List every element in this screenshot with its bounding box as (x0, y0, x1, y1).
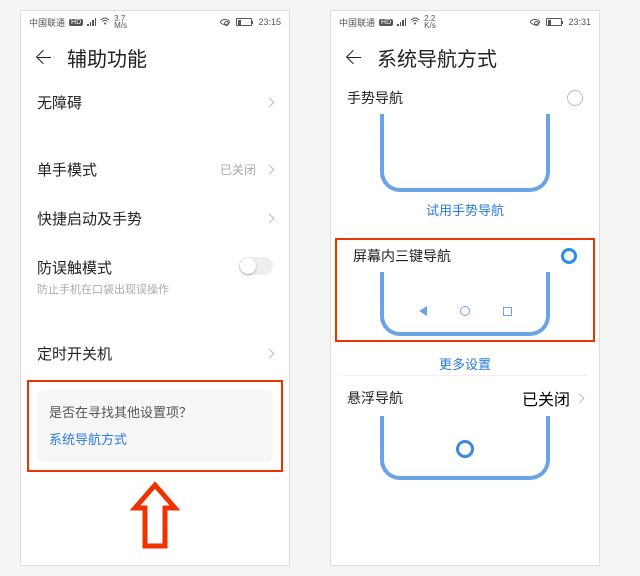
page-title: 系统导航方式 (377, 43, 497, 72)
hd-badge: HD (69, 19, 83, 26)
chevron-right-icon (265, 214, 275, 224)
back-icon[interactable] (345, 49, 363, 67)
option-gesture[interactable]: 手势导航 试用手势导航 (331, 78, 599, 233)
row-mistouch[interactable]: 防误触模式 防止手机在口袋出现误操作 (21, 243, 289, 311)
highlight-box: 是否在寻找其他设置项？ 系统导航方式 (27, 380, 283, 472)
option-float[interactable]: 悬浮导航 已关闭 (331, 376, 599, 492)
mistouch-toggle[interactable] (239, 257, 273, 275)
phone-left: 中国联通 HD 3.7M/s 23:15 辅助功能 无障碍 单手模式 已关闭 快… (20, 10, 290, 566)
chevron-right-icon (575, 393, 585, 403)
suggestion-link[interactable]: 系统导航方式 (49, 429, 261, 448)
page-header: 系统导航方式 (331, 33, 599, 78)
wifi-icon (410, 17, 420, 27)
radio-unselected-icon[interactable] (567, 90, 583, 106)
row-quick-launch[interactable]: 快捷启动及手势 (21, 194, 289, 243)
carrier-label: 中国联通 (339, 16, 375, 29)
battery-icon (546, 18, 562, 26)
suggestion-card[interactable]: 是否在寻找其他设置项？ 系统导航方式 (37, 390, 273, 462)
float-dot-icon (456, 440, 474, 458)
page-header: 辅助功能 (21, 33, 289, 78)
signal-icon (87, 18, 96, 26)
highlight-box: 屏幕内三键导航 (335, 238, 595, 342)
more-settings-link[interactable]: 更多设置 (331, 346, 599, 375)
hd-badge: HD (379, 19, 393, 26)
option-three-key[interactable]: 屏幕内三键导航 (337, 240, 593, 340)
chevron-right-icon (265, 349, 275, 359)
page-title: 辅助功能 (67, 43, 147, 72)
wifi-icon (100, 17, 110, 27)
status-bar: 中国联通 HD 3.7M/s 23:15 (21, 11, 289, 33)
float-preview (380, 416, 550, 480)
nav-back-icon (419, 306, 427, 316)
back-icon[interactable] (35, 49, 53, 67)
suggestion-question: 是否在寻找其他设置项？ (49, 402, 261, 421)
threekey-preview (380, 272, 550, 336)
carrier-label: 中国联通 (29, 16, 65, 29)
signal-icon (397, 18, 406, 26)
annotation-arrow-icon (21, 480, 289, 557)
try-gesture-link[interactable]: 试用手势导航 (331, 192, 599, 221)
chevron-right-icon (265, 165, 275, 175)
row-accessibility[interactable]: 无障碍 (21, 78, 289, 127)
clock: 23:15 (258, 17, 281, 27)
eye-comfort-icon (530, 19, 540, 25)
nav-recent-icon (503, 307, 512, 316)
row-one-hand[interactable]: 单手模式 已关闭 (21, 145, 289, 194)
eye-comfort-icon (220, 19, 230, 25)
radio-selected-icon[interactable] (561, 248, 577, 264)
gesture-preview (380, 114, 550, 192)
chevron-right-icon (265, 98, 275, 108)
status-bar: 中国联通 HD 2.2K/s 23:31 (331, 11, 599, 33)
phone-right: 中国联通 HD 2.2K/s 23:31 系统导航方式 手势导航 试用手势导航 (330, 10, 600, 566)
clock: 23:31 (568, 17, 591, 27)
battery-icon (236, 18, 252, 26)
row-timer[interactable]: 定时开关机 (21, 329, 289, 378)
nav-home-icon (460, 306, 470, 316)
